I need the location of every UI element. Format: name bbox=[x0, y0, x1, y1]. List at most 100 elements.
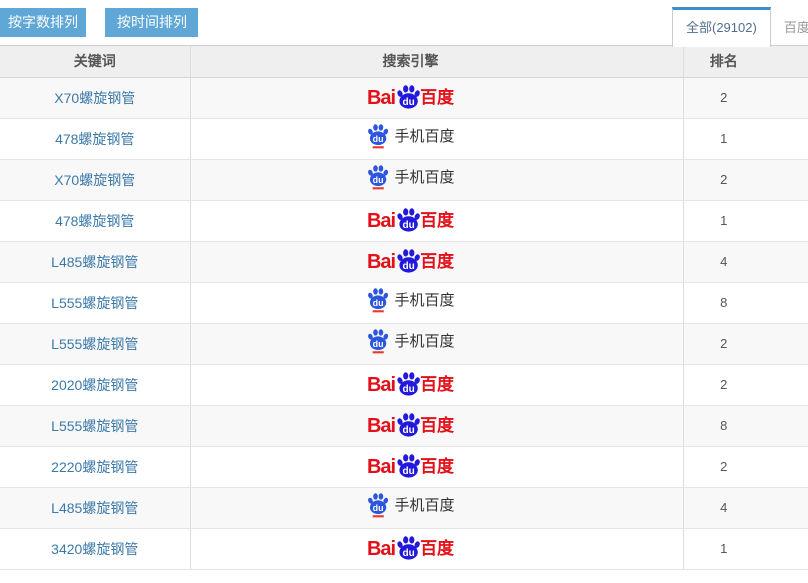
keyword-cell: 3420螺旋钢管 bbox=[0, 528, 190, 569]
baidu-mobile-du-text: du bbox=[373, 503, 384, 513]
rank-value: 1 bbox=[683, 200, 808, 241]
baidu-pc-logo: Bai du 百度 bbox=[367, 207, 454, 234]
keyword-cell: 478螺旋钢管 bbox=[0, 200, 190, 241]
table-row: L555螺旋钢管 du 手机百度 2 bbox=[0, 323, 808, 364]
rank-value: 8 bbox=[683, 405, 808, 446]
engine-cell: Bai du 百度 bbox=[190, 364, 683, 405]
tab-baidu[interactable]: 百度 bbox=[771, 9, 808, 47]
table-row: L555螺旋钢管 du 手机百度 8 bbox=[0, 282, 808, 323]
baidu-logo-bai-text: Bai bbox=[367, 252, 395, 272]
table-row: 478螺旋钢管 du 手机百度 1 bbox=[0, 118, 808, 159]
keyword-cell: 2220螺旋钢管 bbox=[0, 446, 190, 487]
baidu-mobile-underline bbox=[373, 146, 384, 148]
rank-value: 2 bbox=[683, 159, 808, 200]
engine-cell: Bai du 百度 bbox=[190, 446, 683, 487]
keyword-link[interactable]: 2220螺旋钢管 bbox=[51, 459, 138, 475]
keyword-link[interactable]: 478螺旋钢管 bbox=[55, 213, 134, 229]
baidu-mobile-paw-icon: du bbox=[366, 492, 390, 518]
baidu-logo-bai-text: Bai bbox=[367, 375, 395, 395]
baidu-logo-cn-text: 百度 bbox=[420, 417, 454, 434]
baidu-mobile-logo: du 手机百度 bbox=[366, 492, 454, 518]
engine-cell: du 手机百度 bbox=[190, 118, 683, 159]
baidu-paw-icon: du bbox=[395, 535, 422, 562]
toolbar: 按字数排列 按时间排列 全部(29102) 百度 bbox=[0, 0, 808, 46]
keyword-link[interactable]: L485螺旋钢管 bbox=[51, 254, 138, 270]
sort-by-time-button[interactable]: 按时间排列 bbox=[105, 8, 198, 37]
rank-value: 4 bbox=[683, 241, 808, 282]
table-row: L485螺旋钢管 Bai du 百度 4 bbox=[0, 241, 808, 282]
sort-by-chars-button[interactable]: 按字数排列 bbox=[0, 8, 86, 37]
baidu-logo-du-text: du bbox=[403, 97, 415, 108]
rank-value: 4 bbox=[683, 487, 808, 528]
baidu-mobile-underline bbox=[373, 515, 384, 517]
baidu-mobile-underline bbox=[373, 310, 384, 312]
keyword-link[interactable]: X70螺旋钢管 bbox=[54, 172, 135, 188]
baidu-pc-logo: Bai du 百度 bbox=[367, 535, 454, 562]
table-row: 2020螺旋钢管 Bai du 百度 2 bbox=[0, 364, 808, 405]
table-row: X70螺旋钢管 du 手机百度 2 bbox=[0, 159, 808, 200]
baidu-mobile-logo: du 手机百度 bbox=[366, 123, 454, 149]
keyword-cell: 478螺旋钢管 bbox=[0, 118, 190, 159]
baidu-pc-logo: Bai du 百度 bbox=[367, 248, 454, 275]
engine-cell: du 手机百度 bbox=[190, 323, 683, 364]
baidu-mobile-underline bbox=[373, 351, 384, 353]
keyword-link[interactable]: 2020螺旋钢管 bbox=[51, 377, 138, 393]
rank-value: 2 bbox=[683, 446, 808, 487]
rank-value: 1 bbox=[683, 528, 808, 569]
keyword-link[interactable]: L555螺旋钢管 bbox=[51, 336, 138, 352]
keyword-link[interactable]: X70螺旋钢管 bbox=[54, 90, 135, 106]
baidu-paw-icon: du bbox=[395, 84, 422, 111]
baidu-mobile-paw-icon: du bbox=[366, 287, 390, 313]
baidu-logo-bai-text: Bai bbox=[367, 211, 395, 231]
engine-cell: Bai du 百度 bbox=[190, 77, 683, 118]
keyword-link[interactable]: L555螺旋钢管 bbox=[51, 295, 138, 311]
rank-value: 2 bbox=[683, 364, 808, 405]
keyword-link[interactable]: L555螺旋钢管 bbox=[51, 418, 138, 434]
rank-value: 1 bbox=[683, 118, 808, 159]
baidu-mobile-du-text: du bbox=[373, 298, 384, 308]
baidu-pc-logo: Bai du 百度 bbox=[367, 412, 454, 439]
keyword-link[interactable]: L485螺旋钢管 bbox=[51, 500, 138, 516]
keyword-link[interactable]: 478螺旋钢管 bbox=[55, 131, 134, 147]
keyword-cell: L485螺旋钢管 bbox=[0, 241, 190, 282]
baidu-mobile-underline bbox=[373, 187, 384, 189]
table-row: 2220螺旋钢管 Bai du 百度 2 bbox=[0, 446, 808, 487]
baidu-mobile-du-text: du bbox=[373, 339, 384, 349]
baidu-mobile-du-text: du bbox=[373, 134, 384, 144]
baidu-mobile-label: 手机百度 bbox=[394, 498, 454, 513]
baidu-logo-cn-text: 百度 bbox=[420, 212, 454, 229]
baidu-logo-du-text: du bbox=[403, 220, 415, 231]
baidu-logo-bai-text: Bai bbox=[367, 539, 395, 559]
column-header-engine: 搜索引擎 bbox=[190, 46, 683, 77]
engine-cell: Bai du 百度 bbox=[190, 200, 683, 241]
baidu-logo-bai-text: Bai bbox=[367, 416, 395, 436]
baidu-mobile-du-text: du bbox=[373, 175, 384, 185]
baidu-mobile-paw-icon: du bbox=[366, 328, 390, 354]
keyword-rank-page: 按字数排列 按时间排列 全部(29102) 百度 关键词 搜索引擎 排名 X70… bbox=[0, 0, 808, 583]
table-row: L485螺旋钢管 du 手机百度 4 bbox=[0, 487, 808, 528]
baidu-logo-cn-text: 百度 bbox=[420, 458, 454, 475]
keyword-cell: 2020螺旋钢管 bbox=[0, 364, 190, 405]
table-header: 关键词 搜索引擎 排名 bbox=[0, 46, 808, 77]
table-row: X70螺旋钢管 Bai du 百度 2 bbox=[0, 77, 808, 118]
rank-value: 8 bbox=[683, 282, 808, 323]
engine-cell: du 手机百度 bbox=[190, 487, 683, 528]
keyword-link[interactable]: 3420螺旋钢管 bbox=[51, 541, 138, 557]
baidu-logo-du-text: du bbox=[403, 384, 415, 395]
baidu-paw-icon: du bbox=[395, 371, 422, 398]
baidu-mobile-label: 手机百度 bbox=[394, 170, 454, 185]
keyword-cell: L555螺旋钢管 bbox=[0, 405, 190, 446]
engine-cell: Bai du 百度 bbox=[190, 405, 683, 446]
table-row: 478螺旋钢管 Bai du 百度 1 bbox=[0, 200, 808, 241]
tab-all[interactable]: 全部(29102) bbox=[672, 7, 771, 47]
baidu-pc-logo: Bai du 百度 bbox=[367, 453, 454, 480]
engine-filter-tabs: 全部(29102) 百度 bbox=[672, 7, 808, 47]
baidu-pc-logo: Bai du 百度 bbox=[367, 371, 454, 398]
baidu-logo-du-text: du bbox=[403, 466, 415, 477]
column-header-rank: 排名 bbox=[683, 46, 808, 77]
baidu-mobile-logo: du 手机百度 bbox=[366, 287, 454, 313]
keyword-cell: X70螺旋钢管 bbox=[0, 159, 190, 200]
baidu-logo-bai-text: Bai bbox=[367, 457, 395, 477]
baidu-logo-cn-text: 百度 bbox=[420, 376, 454, 393]
baidu-mobile-logo: du 手机百度 bbox=[366, 164, 454, 190]
